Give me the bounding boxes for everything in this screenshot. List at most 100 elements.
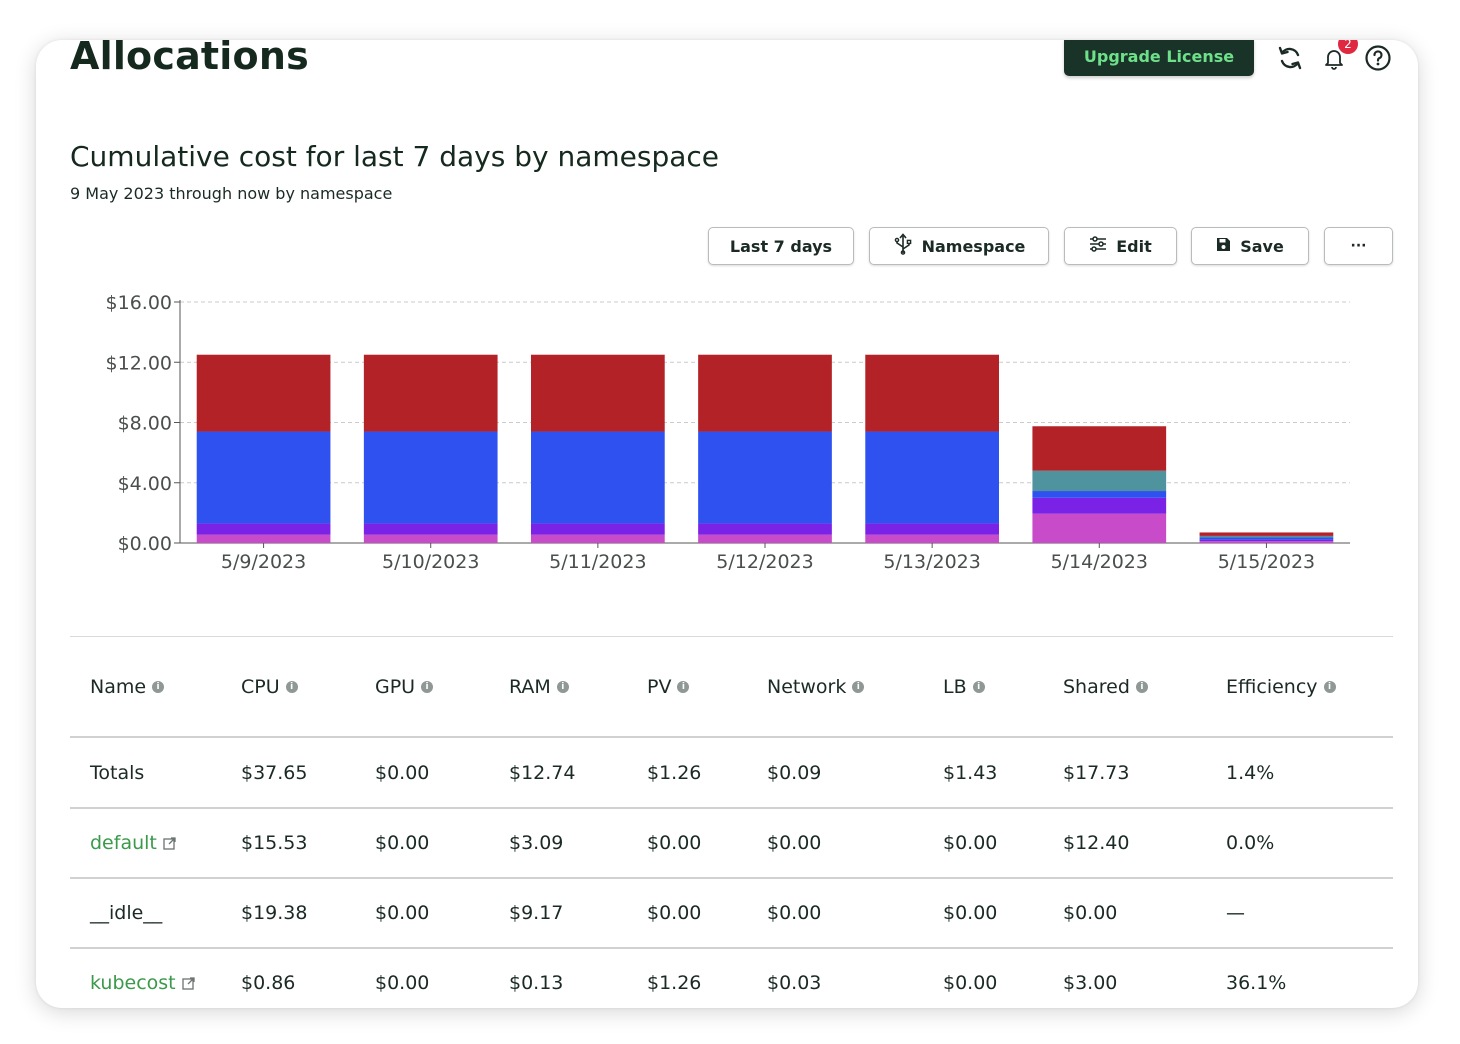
bar-segment	[698, 523, 832, 535]
row-value-lb: $0.00	[943, 902, 998, 924]
bar-segment	[698, 431, 832, 524]
bar-segment	[363, 431, 498, 524]
row-name-label: __idle__	[90, 902, 163, 924]
row-value-network: $0.09	[767, 762, 822, 784]
row-value-lb: $1.43	[943, 762, 998, 784]
x-tick-label: 5/13/2023	[883, 551, 980, 573]
row-value-network: $0.00	[767, 902, 822, 924]
bar-segment	[531, 431, 665, 524]
more-options-button[interactable]: ···	[1324, 227, 1393, 265]
table-row: kubecost $0.86 $0.00 $0.13 $1.26 $0.03 $0.00 $3…	[70, 948, 1393, 1008]
bar-segment	[1199, 537, 1334, 540]
row-value-gpu: $0.00	[375, 972, 430, 994]
bar-segment	[1199, 541, 1334, 543]
column-header-label: LB	[943, 676, 967, 698]
row-value-shared: $12.40	[1063, 832, 1130, 854]
y-tick-label: $8.00	[118, 413, 172, 435]
column-header[interactable]: LB i	[943, 652, 985, 722]
bar-segment	[1032, 426, 1167, 471]
sliders-icon	[1089, 236, 1107, 256]
x-tick-label: 5/11/2023	[549, 551, 646, 573]
row-value-efficiency: —	[1226, 902, 1245, 924]
bar-segment	[698, 534, 832, 543]
row-value-pv: $1.26	[647, 762, 702, 784]
upgrade-license-button[interactable]: Upgrade License	[1064, 40, 1254, 76]
column-header-label: Efficiency	[1226, 676, 1318, 698]
row-value-efficiency: 0.0%	[1226, 832, 1275, 854]
info-icon[interactable]: i	[852, 681, 865, 693]
column-header[interactable]: RAM i	[509, 652, 569, 722]
row-name[interactable]: kubecost	[90, 948, 195, 1008]
chart-table-divider	[70, 636, 1393, 637]
page-title: Allocations	[70, 40, 309, 78]
info-icon[interactable]: i	[421, 681, 434, 693]
table-header: Name i CPU i GPU i RAM i PV i Network i LB i Shared i Ef…	[70, 652, 1393, 722]
column-header-label: GPU	[375, 676, 416, 698]
column-header-label: RAM	[509, 676, 551, 698]
column-header[interactable]: Name i	[90, 652, 165, 722]
date-range-button[interactable]: Last 7 days	[708, 227, 854, 265]
info-icon[interactable]: i	[1135, 681, 1148, 693]
bar-segment	[363, 354, 498, 432]
x-tick-label: 5/14/2023	[1051, 551, 1148, 573]
info-icon[interactable]: i	[972, 681, 985, 693]
y-tick-label: $16.00	[106, 292, 172, 314]
aggregate-by-button[interactable]: Namespace	[869, 227, 1049, 265]
external-link-icon[interactable]	[181, 976, 195, 990]
row-name-label: default	[90, 832, 157, 854]
edit-button[interactable]: Edit	[1064, 227, 1177, 265]
info-icon[interactable]: i	[285, 681, 298, 693]
report-title: Cumulative cost for last 7 days by names…	[70, 140, 720, 173]
column-header-label: CPU	[241, 676, 280, 698]
info-icon[interactable]: i	[152, 681, 165, 693]
row-value-gpu: $0.00	[375, 832, 430, 854]
bar-segment	[865, 534, 999, 543]
bar-segment	[1199, 539, 1334, 542]
column-header[interactable]: CPU i	[241, 652, 298, 722]
row-value-shared: $0.00	[1063, 902, 1118, 924]
row-value-cpu: $0.86	[241, 972, 296, 994]
row-value-efficiency: 36.1%	[1226, 972, 1287, 994]
table-row: Totals $37.65 $0.00 $12.74 $1.26 $0.09 $1.43 $1…	[70, 738, 1393, 808]
row-value-pv: $1.26	[647, 972, 702, 994]
edit-label: Edit	[1116, 236, 1152, 256]
info-icon[interactable]: i	[677, 681, 690, 693]
refresh-icon[interactable]	[1276, 44, 1304, 72]
row-value-ram: $12.74	[509, 762, 576, 784]
row-value-shared: $17.73	[1063, 762, 1130, 784]
bar-segment	[1032, 470, 1167, 492]
column-header[interactable]: GPU i	[375, 652, 434, 722]
column-header[interactable]: Network i	[767, 652, 865, 722]
row-value-cpu: $19.38	[241, 902, 308, 924]
bar-segment	[1032, 497, 1167, 514]
bar-segment	[196, 523, 331, 535]
x-tick-label: 5/10/2023	[382, 551, 479, 573]
bar-segment	[531, 354, 665, 432]
column-header-label: PV	[647, 676, 672, 698]
cost-chart-svg: $0.00 $4.00 $8.00 $12.00 $16.00 5/9/2023 5/10/…	[106, 292, 1350, 573]
column-header[interactable]: Shared i	[1063, 652, 1148, 722]
column-header[interactable]: PV i	[647, 652, 690, 722]
row-name[interactable]: default	[90, 808, 176, 878]
info-icon[interactable]: i	[556, 681, 569, 693]
bar-segment	[363, 523, 498, 535]
help-icon[interactable]	[1364, 44, 1392, 72]
row-value-ram: $3.09	[509, 832, 564, 854]
bar-segment	[1199, 532, 1334, 536]
allocations-panel: Allocations Upgrade License 2 Cumulative…	[36, 40, 1418, 1008]
table-row: default $15.53 $0.00 $3.09 $0.00 $0.00 $0.00 $1…	[70, 808, 1393, 878]
row-value-pv: $0.00	[647, 902, 702, 924]
more-options-label: ···	[1350, 238, 1367, 254]
save-label: Save	[1240, 236, 1284, 256]
bar-segment	[865, 354, 999, 432]
info-icon[interactable]: i	[1323, 681, 1336, 693]
report-subtitle: 9 May 2023 through now by namespace	[70, 184, 393, 203]
bar-segment	[196, 354, 331, 432]
column-header[interactable]: Efficiency i	[1226, 652, 1336, 722]
row-value-cpu: $15.53	[241, 832, 308, 854]
bar-segment	[531, 534, 665, 543]
save-button[interactable]: Save	[1191, 227, 1309, 265]
bar-segment	[1199, 535, 1334, 538]
external-link-icon[interactable]	[163, 836, 176, 850]
row-value-lb: $0.00	[943, 832, 998, 854]
